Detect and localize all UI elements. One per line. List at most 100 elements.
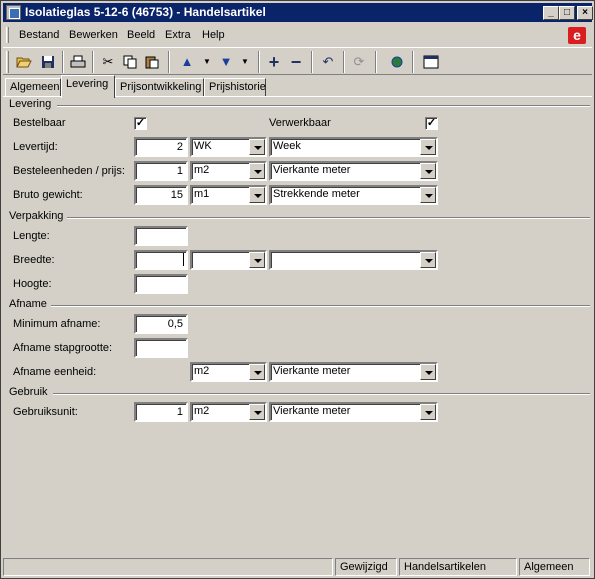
gebruiksunit-unit-value: m2 [194,405,210,417]
save-icon[interactable] [37,51,59,73]
section-divider [57,105,590,107]
besteleenheden-input[interactable]: 1 [134,161,188,181]
tab-panel-levering: Levering Bestelbaar ✓ Verwerkbaar ✓ Leve… [3,96,592,556]
toolbar-separator [92,51,94,73]
toolbar-separator [412,51,414,73]
minimize-button[interactable]: _ [543,6,559,20]
toolbar-separator [311,51,313,73]
print-icon[interactable] [67,51,89,73]
text-caret [183,253,184,266]
chevron-down-icon[interactable] [249,187,265,203]
chevron-down-icon[interactable] [249,139,265,155]
menu-extra[interactable]: Extra [165,29,191,41]
application-window: Isolatieglas 5-12-6 (46753) - Handelsart… [0,0,595,579]
afname-eenheid-desc-value: Vierkante meter [273,365,351,377]
section-divider [67,217,590,219]
bruto-gewicht-label: Bruto gewicht: [13,189,83,201]
chevron-down-icon[interactable] [249,252,265,268]
bruto-gewicht-desc-value: Strekkende meter [273,188,360,200]
toolbar-separator [258,51,260,73]
toolbar: ✂ ▲ ▼ ▼ ▼ + − ↶ ⟳ [3,47,592,75]
breedte-desc-select[interactable] [269,250,438,270]
minimum-afname-label: Minimum afname: [13,318,101,330]
tab-algemeen[interactable]: Algemeen [5,78,61,97]
minimum-afname-input[interactable]: 0,5 [134,314,188,334]
bruto-gewicht-unit-select[interactable]: m1 [190,185,267,205]
gebruiksunit-unit-select[interactable]: m2 [190,402,267,422]
undo-icon[interactable]: ↶ [317,51,339,73]
breedte-input[interactable] [134,250,188,270]
verwerkbaar-checkbox[interactable]: ✓ [425,117,438,130]
chevron-down-icon[interactable] [420,364,436,380]
paste-icon[interactable] [141,51,163,73]
tab-prijsontwikkeling[interactable]: Prijsontwikkeling [115,78,204,97]
checkmark-icon: ✓ [135,117,146,129]
levertijd-desc-value: Week [273,140,301,152]
bruto-gewicht-input[interactable]: 15 [134,185,188,205]
toolbar-separator [168,51,170,73]
gebruiksunit-input[interactable]: 1 [134,402,188,422]
toolbar-grip [6,51,9,73]
chevron-down-icon[interactable] [249,364,265,380]
chevron-down-icon[interactable] [420,187,436,203]
remove-icon[interactable]: − [285,51,307,73]
chevron-down-icon[interactable] [249,404,265,420]
copy-icon[interactable] [119,51,141,73]
menu-bar: Bestand Bewerken Beeld Extra Help e [3,25,592,45]
lengte-input[interactable] [134,226,188,246]
toolbar-separator [343,51,345,73]
levertijd-input[interactable]: 2 [134,137,188,157]
afname-eenheid-label: Afname eenheid: [13,366,97,378]
afname-stapgrootte-label: Afname stapgrootte: [13,342,113,354]
afname-eenheid-unit-select[interactable]: m2 [190,362,267,382]
besteleenheden-unit-select[interactable]: m2 [190,161,267,181]
hoogte-input[interactable] [134,274,188,294]
levertijd-desc-select[interactable]: Week [269,137,438,157]
bestelbaar-label: Bestelbaar [13,117,66,129]
maximize-button[interactable]: □ [559,6,575,20]
status-module: Handelsartikelen [399,558,517,576]
chevron-down-icon[interactable]: ▼ [234,51,256,73]
open-folder-icon[interactable] [13,51,35,73]
section-divider [53,393,590,395]
checkmark-icon: ✓ [426,117,437,129]
arrow-up-icon[interactable]: ▲ [176,51,198,73]
hoogte-label: Hoogte: [13,278,52,290]
section-title-gebruik: Gebruik [9,386,48,398]
levertijd-unit-select[interactable]: WK [190,137,267,157]
menubar-grip [6,27,9,43]
bestelbaar-checkbox[interactable]: ✓ [134,117,147,130]
chevron-down-icon[interactable] [249,163,265,179]
window-icon[interactable] [420,51,442,73]
chevron-down-icon[interactable] [420,252,436,268]
bruto-gewicht-unit-value: m1 [194,188,210,200]
menu-bestand[interactable]: Bestand [19,29,59,41]
bruto-gewicht-desc-select[interactable]: Strekkende meter [269,185,438,205]
add-icon[interactable]: + [263,51,285,73]
chevron-down-icon[interactable] [420,404,436,420]
menu-bewerken[interactable]: Bewerken [69,29,118,41]
gebruiksunit-desc-select[interactable]: Vierkante meter [269,402,438,422]
lengte-label: Lengte: [13,230,50,242]
chevron-down-icon[interactable] [420,139,436,155]
afname-eenheid-desc-select[interactable]: Vierkante meter [269,362,438,382]
status-tab: Algemeen [519,558,590,576]
tab-prijshistorie[interactable]: Prijshistorie [204,78,266,97]
refresh-icon[interactable]: ⟳ [348,51,370,73]
chevron-down-icon[interactable] [420,163,436,179]
section-title-afname: Afname [9,298,47,310]
toolbar-separator [375,51,377,73]
menu-beeld[interactable]: Beeld [127,29,155,41]
brand-logo-icon: e [568,27,586,44]
cut-icon[interactable]: ✂ [97,51,119,73]
close-button[interactable]: × [577,6,593,20]
section-title-verpakking: Verpakking [9,210,64,222]
levertijd-unit-value: WK [194,140,212,152]
globe-icon[interactable] [386,51,408,73]
afname-stapgrootte-input[interactable] [134,338,188,358]
tab-levering[interactable]: Levering [61,75,115,98]
breedte-label: Breedte: [13,254,55,266]
breedte-unit-select[interactable] [190,250,267,270]
menu-help[interactable]: Help [202,29,225,41]
besteleenheden-desc-select[interactable]: Vierkante meter [269,161,438,181]
